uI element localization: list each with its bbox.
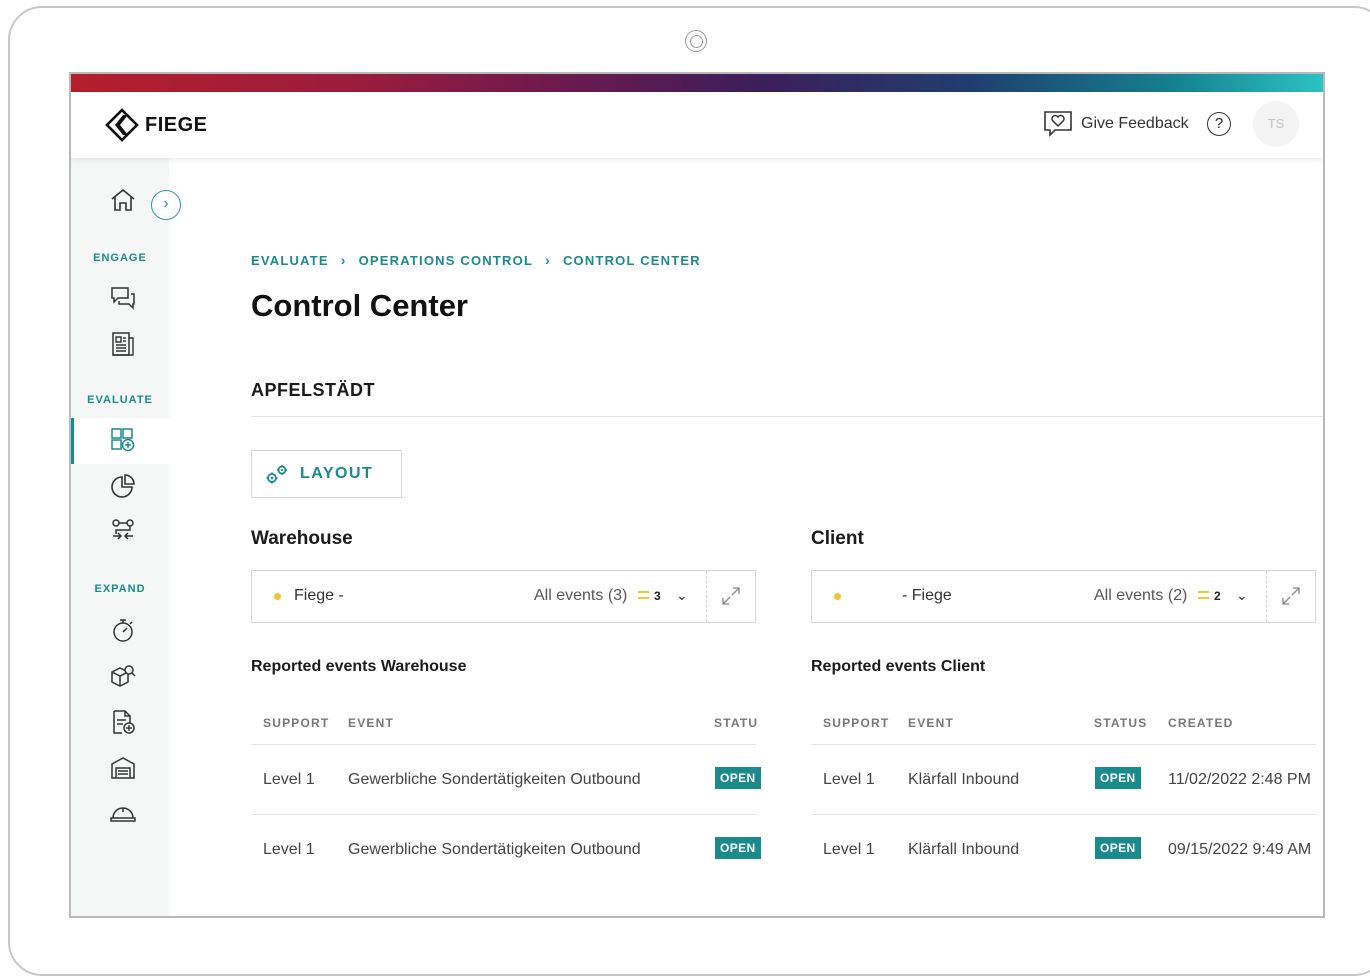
- expand-icon[interactable]: [720, 585, 742, 607]
- camera-icon: [685, 30, 707, 52]
- user-avatar[interactable]: TS: [1253, 101, 1299, 147]
- expand-icon[interactable]: [1280, 585, 1302, 607]
- table-row[interactable]: Level 1 Klärfall Inbound OPEN 11/02/2022…: [811, 744, 1316, 814]
- app-screen: FIEGE Give Feedback ? TS ENGAGE EVALUATE: [69, 72, 1325, 918]
- warehouse-selector-name: Fiege -: [294, 587, 344, 604]
- row-event: Klärfall Inbound: [908, 771, 1020, 788]
- top-bar: FIEGE Give Feedback ? TS: [71, 92, 1323, 158]
- sidebar-section-evaluate: EVALUATE: [87, 394, 153, 406]
- brand-logo[interactable]: FIEGE: [105, 108, 208, 142]
- column-header-support[interactable]: SUPPORT: [823, 716, 889, 730]
- warehouse-events-filter[interactable]: All events (3): [534, 587, 627, 605]
- status-dot: [834, 593, 841, 600]
- warehouse-reported-title: Reported events Warehouse: [251, 658, 467, 675]
- client-title: Client: [811, 528, 864, 549]
- table-row[interactable]: Level 1 Gewerbliche Sondertätigkeiten Ou…: [251, 814, 761, 884]
- pie-chart-icon[interactable]: [109, 472, 137, 500]
- page-title: Control Center: [251, 288, 468, 323]
- client-reported-title: Reported events Client: [811, 658, 986, 675]
- status-badge: OPEN: [1095, 837, 1141, 859]
- breadcrumb: EVALUATE › OPERATIONS CONTROL › CONTROL …: [251, 252, 701, 268]
- row-event: Gewerbliche Sondertätigkeiten Outbound: [348, 841, 641, 858]
- stopwatch-icon[interactable]: [109, 616, 137, 644]
- dashboard-add-icon[interactable]: [109, 426, 137, 454]
- breadcrumb-evaluate[interactable]: EVALUATE: [251, 253, 329, 268]
- client-selector-name: - Fiege: [902, 587, 952, 604]
- give-feedback-button[interactable]: Give Feedback: [1043, 110, 1189, 138]
- priority-icon: [638, 591, 649, 599]
- client-selector[interactable]: - Fiege All events (2) 2 ⌄: [811, 570, 1316, 623]
- main-content: EVALUATE › OPERATIONS CONTROL › CONTROL …: [251, 158, 1323, 916]
- fiege-logo-icon: [105, 108, 139, 142]
- column-header-created[interactable]: CREATED: [1168, 716, 1234, 730]
- chevron-down-icon[interactable]: ⌄: [1236, 587, 1248, 604]
- warehouse-icon[interactable]: [109, 754, 137, 782]
- row-created: 11/02/2022 2:48 PM: [1168, 771, 1311, 788]
- row-support: Level 1: [263, 771, 315, 788]
- warehouse-event-count: 3: [654, 589, 661, 603]
- row-event: Gewerbliche Sondertätigkeiten Outbound: [348, 771, 641, 788]
- row-support: Level 1: [823, 771, 875, 788]
- selector-separator: [1266, 571, 1267, 622]
- status-badge: OPEN: [715, 767, 761, 789]
- row-support: Level 1: [263, 841, 315, 858]
- home-icon[interactable]: [109, 186, 137, 214]
- column-header-status[interactable]: STATU: [714, 716, 758, 730]
- column-header-event[interactable]: EVENT: [348, 716, 394, 730]
- sidebar-expand-button[interactable]: ›: [151, 190, 181, 220]
- breadcrumb-operations-control[interactable]: OPERATIONS CONTROL: [359, 253, 533, 268]
- table-row[interactable]: Level 1 Gewerbliche Sondertätigkeiten Ou…: [251, 744, 761, 814]
- warehouse-table-header: SUPPORT EVENT STATU: [251, 708, 758, 738]
- feedback-heart-icon: [1044, 111, 1072, 137]
- table-row[interactable]: Level 1 Klärfall Inbound OPEN 09/15/2022…: [811, 814, 1316, 884]
- sidebar-section-engage: ENGAGE: [93, 252, 147, 264]
- warehouse-selector[interactable]: Fiege - All events (3) 3 ⌄: [251, 570, 756, 623]
- priority-icon: [1198, 591, 1209, 599]
- row-event: Klärfall Inbound: [908, 841, 1020, 858]
- chat-icon[interactable]: [109, 284, 137, 312]
- client-panel: Client - Fiege All events (2) 2 ⌄ Report…: [811, 528, 1316, 859]
- layout-button-label: LAYOUT: [300, 465, 374, 482]
- brand-name: FIEGE: [145, 113, 208, 136]
- gears-icon: [266, 465, 287, 484]
- status-badge: OPEN: [1095, 767, 1141, 789]
- breadcrumb-control-center[interactable]: CONTROL CENTER: [563, 253, 701, 268]
- status-badge: OPEN: [715, 837, 761, 859]
- client-events-filter[interactable]: All events (2): [1094, 587, 1187, 605]
- status-dot: [274, 593, 281, 600]
- chevron-right-icon: ›: [340, 252, 347, 268]
- selector-separator: [706, 571, 707, 622]
- row-support: Level 1: [823, 841, 875, 858]
- column-header-support[interactable]: SUPPORT: [263, 716, 329, 730]
- column-header-status[interactable]: STATUS: [1094, 716, 1147, 730]
- document-add-icon[interactable]: [109, 708, 137, 736]
- helmet-icon[interactable]: [109, 800, 137, 828]
- client-table-header: SUPPORT EVENT STATUS CREATED: [811, 708, 1316, 738]
- news-icon[interactable]: [109, 330, 137, 358]
- warehouse-title: Warehouse: [251, 528, 353, 549]
- chevron-down-icon[interactable]: ⌄: [676, 587, 688, 604]
- sidebar: ENGAGE EVALUATE EXPAND: [71, 158, 169, 916]
- chevron-right-icon: ›: [545, 252, 551, 268]
- section-divider: [251, 416, 1323, 417]
- warehouse-panel: Warehouse Fiege - All events (3) 3 ⌄ Rep…: [251, 528, 761, 859]
- package-search-icon[interactable]: [109, 662, 137, 690]
- brand-gradient-bar: [71, 74, 1323, 92]
- layout-button[interactable]: LAYOUT: [251, 450, 402, 498]
- sidebar-section-expand: EXPAND: [94, 583, 146, 595]
- help-icon[interactable]: ?: [1207, 112, 1231, 136]
- flow-icon[interactable]: [109, 516, 137, 544]
- client-event-count: 2: [1214, 589, 1221, 603]
- feedback-label: Give Feedback: [1081, 115, 1189, 132]
- site-title: APFELSTÄDT: [251, 380, 375, 400]
- column-header-event[interactable]: EVENT: [908, 716, 954, 730]
- row-created: 09/15/2022 9:49 AM: [1168, 841, 1312, 858]
